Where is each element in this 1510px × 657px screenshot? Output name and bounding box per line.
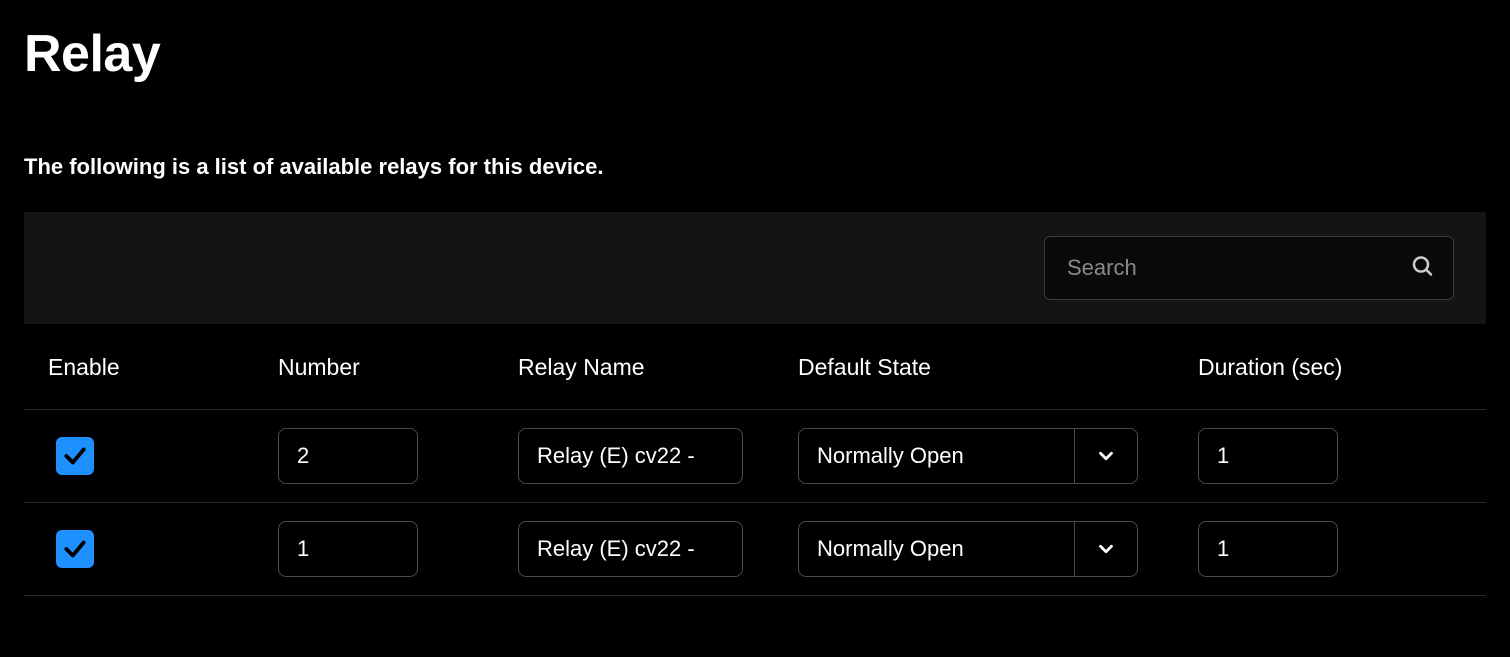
default-state-select[interactable]: Normally Open xyxy=(798,428,1138,484)
select-value: Normally Open xyxy=(799,429,1075,483)
search-wrap xyxy=(1044,236,1454,300)
table-header-row: Enable Number Relay Name Default State D… xyxy=(24,324,1486,410)
relay-name-input[interactable] xyxy=(518,521,743,577)
duration-input[interactable] xyxy=(1198,521,1338,577)
table-row: Normally Open xyxy=(24,503,1486,596)
default-state-select[interactable]: Normally Open xyxy=(798,521,1138,577)
number-input[interactable] xyxy=(278,428,418,484)
col-header-name: Relay Name xyxy=(494,324,774,410)
duration-input[interactable] xyxy=(1198,428,1338,484)
col-header-duration: Duration (sec) xyxy=(1174,324,1486,410)
chevron-down-icon xyxy=(1075,429,1137,483)
col-header-enable: Enable xyxy=(24,324,254,410)
number-input[interactable] xyxy=(278,521,418,577)
chevron-down-icon xyxy=(1075,522,1137,576)
enable-checkbox[interactable] xyxy=(56,530,94,568)
search-input[interactable] xyxy=(1044,236,1454,300)
table-row: Normally Open xyxy=(24,410,1486,503)
select-value: Normally Open xyxy=(799,522,1075,576)
relay-table: Enable Number Relay Name Default State D… xyxy=(24,324,1486,596)
relay-name-input[interactable] xyxy=(518,428,743,484)
col-header-state: Default State xyxy=(774,324,1174,410)
page-description: The following is a list of available rel… xyxy=(24,154,1486,180)
table-toolbar xyxy=(24,212,1486,324)
page-title: Relay xyxy=(24,24,1486,84)
enable-checkbox[interactable] xyxy=(56,437,94,475)
col-header-number: Number xyxy=(254,324,494,410)
